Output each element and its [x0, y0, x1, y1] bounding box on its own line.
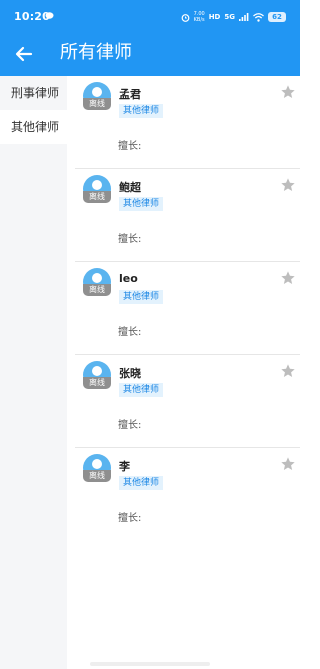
skill-label: 擅长: [118, 141, 142, 152]
back-arrow-icon[interactable] [12, 42, 36, 66]
category-tag: 其他律师 [119, 383, 164, 397]
skill-label: 擅长: [118, 513, 142, 524]
lawyer-list: 离线 孟君 其他律师 擅长: 离线 鲍超 其他律师 擅长: 离线 leo 其他律… [67, 76, 300, 669]
star-icon[interactable] [280, 84, 296, 100]
status-indicators: 7.00 KB/s HD 5G 62 [181, 11, 286, 23]
star-icon[interactable] [280, 270, 296, 286]
lawyer-row[interactable]: 离线 孟君 其他律师 擅长: [75, 76, 300, 169]
skill-label: 擅长: [118, 327, 142, 338]
bottom-scroll-hint [90, 662, 210, 666]
skill-label: 擅长: [118, 234, 142, 245]
category-tag: 其他律师 [119, 104, 164, 118]
network-speed: 7.00 KB/s [194, 11, 205, 23]
5g-indicator: 5G [224, 13, 235, 21]
page-title: 所有律师 [60, 42, 132, 63]
star-icon[interactable] [280, 177, 296, 193]
sidebar-item-other[interactable]: 其他律师 [0, 110, 67, 144]
hd-indicator: HD [208, 13, 221, 21]
star-icon[interactable] [280, 456, 296, 472]
lawyer-row[interactable]: 离线 鲍超 其他律师 擅长: [75, 169, 300, 262]
skill-label: 擅长: [118, 420, 142, 431]
speed-unit: KB/s [193, 17, 205, 23]
signal-icon [239, 13, 249, 21]
wifi-icon [253, 12, 264, 22]
lawyer-row[interactable]: 离线 李 其他律师 擅长: [75, 448, 300, 540]
lawyer-name: 鲍超 [119, 181, 141, 194]
star-icon[interactable] [280, 363, 296, 379]
status-bar: 10:20 7.00 KB/s HD 5G 62 [0, 0, 300, 34]
category-tag: 其他律师 [119, 476, 164, 490]
status-badge: 离线 [83, 377, 111, 389]
lawyer-row[interactable]: 离线 张晓 其他律师 擅长: [75, 355, 300, 448]
battery-indicator: 62 [268, 12, 286, 22]
status-badge: 离线 [83, 98, 111, 110]
lawyer-name: leo [119, 272, 138, 285]
category-sidebar: 刑事律师 其他律师 [0, 76, 67, 669]
alarm-icon [181, 13, 189, 22]
status-badge: 离线 [83, 470, 111, 482]
status-badge: 离线 [83, 191, 111, 203]
category-tag: 其他律师 [119, 197, 164, 211]
sidebar-item-criminal[interactable]: 刑事律师 [0, 76, 67, 110]
status-badge: 离线 [83, 284, 111, 296]
message-icon [45, 12, 54, 20]
lawyer-row[interactable]: 离线 leo 其他律师 擅长: [75, 262, 300, 355]
lawyer-name: 李 [119, 460, 130, 473]
category-tag: 其他律师 [119, 290, 164, 304]
app-bar: 10:20 7.00 KB/s HD 5G 62 所有律师 [0, 0, 300, 76]
lawyer-name: 孟君 [119, 88, 141, 101]
lawyer-name: 张晓 [119, 367, 141, 380]
